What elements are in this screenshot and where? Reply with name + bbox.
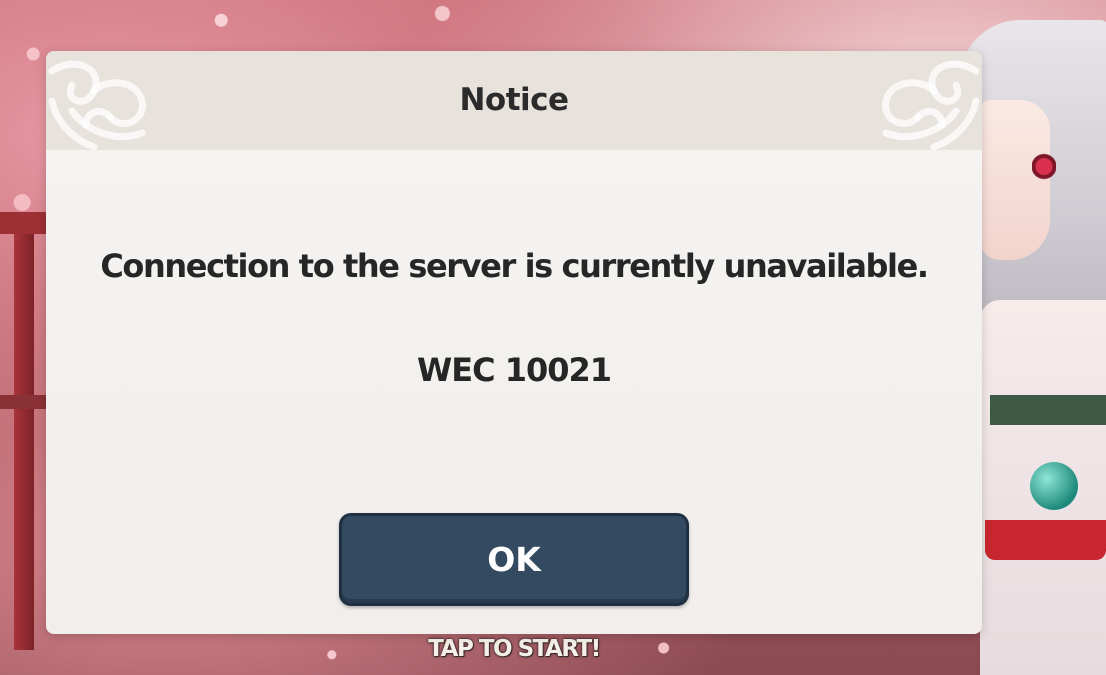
- ok-button-label: OK: [487, 540, 541, 579]
- connection-error-message: Connection to the server is currently un…: [100, 247, 929, 285]
- character-skirt: [985, 520, 1106, 560]
- dialog-title: Notice: [459, 82, 569, 118]
- torii-gate-post: [14, 230, 34, 650]
- error-code: WEC 10021: [416, 351, 612, 389]
- tap-to-start-prompt[interactable]: TAP TO START!: [0, 636, 1028, 662]
- game-background[interactable]: TAP TO START! Notice Connection to the s…: [0, 0, 1106, 675]
- character-jade-bead: [1030, 462, 1078, 510]
- notice-dialog: Notice Connection to the server is curre…: [46, 51, 982, 634]
- torii-gate-crossbar: [0, 395, 50, 409]
- torii-gate-beam: [0, 212, 50, 234]
- character-sash: [990, 395, 1106, 425]
- dialog-header: Notice: [46, 51, 982, 150]
- character-face: [980, 100, 1050, 260]
- character-eye: [1032, 150, 1056, 180]
- ok-button[interactable]: OK: [339, 513, 689, 606]
